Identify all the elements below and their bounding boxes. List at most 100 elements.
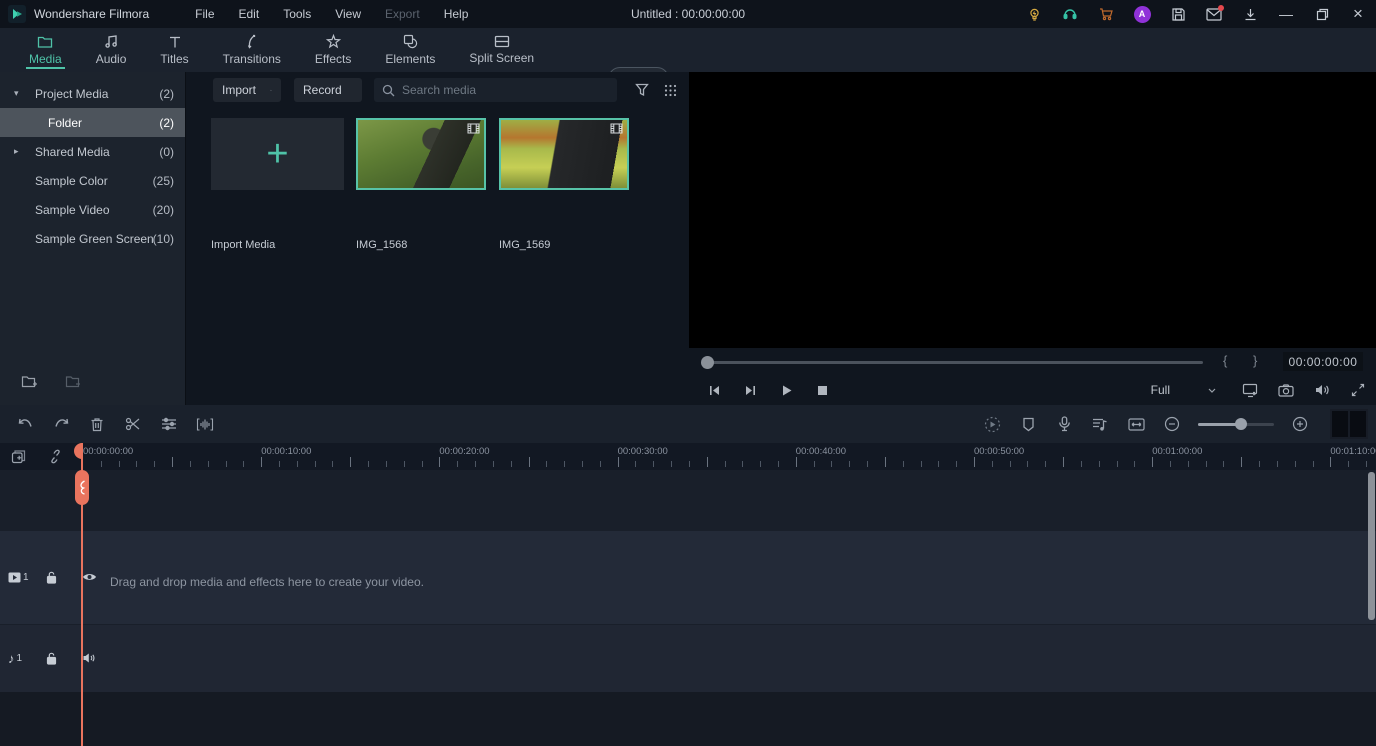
zoom-slider-knob[interactable] (1235, 418, 1247, 430)
volume-icon[interactable] (1304, 383, 1340, 397)
ruler-time-label: 00:00:10:00 (261, 446, 311, 457)
seek-handle[interactable] (701, 356, 714, 369)
media-clip-img-1569[interactable] (499, 118, 629, 190)
tile-label: IMG_1568 (356, 239, 407, 251)
snapshot-camera-icon[interactable] (1268, 384, 1304, 397)
item-count: (25) (153, 174, 174, 188)
eye-visibility-icon[interactable] (82, 572, 106, 582)
video-track-header: 1 (0, 567, 106, 587)
lock-icon[interactable] (46, 652, 70, 665)
play-button[interactable] (768, 384, 804, 397)
remove-folder-icon[interactable] (58, 375, 88, 399)
sidebar-item-shared-media[interactable]: ▸ Shared Media (0) (0, 137, 185, 166)
expand-arrow-icon[interactable]: ▾ (14, 88, 19, 99)
timeline-vertical-scrollbar[interactable] (1368, 472, 1375, 620)
search-input[interactable] (402, 83, 582, 97)
restore-button[interactable] (1304, 0, 1340, 28)
playhead-handle[interactable] (75, 470, 89, 505)
grid-view-icon[interactable] (664, 84, 677, 97)
zoom-out-button[interactable] (1154, 416, 1190, 432)
preview-panel: { } 00:00:00:00 Full (689, 72, 1376, 405)
mark-in-icon[interactable]: { (1223, 353, 1227, 368)
menu-edit[interactable]: Edit (227, 0, 272, 28)
render-preview-button[interactable] (974, 416, 1010, 433)
stop-button[interactable] (804, 385, 840, 396)
close-button[interactable]: × (1340, 0, 1376, 28)
audio-waveform-tool-button[interactable] (187, 417, 223, 432)
menu-help[interactable]: Help (432, 0, 481, 28)
tile-label: Import Media (211, 239, 275, 251)
sidebar-item-sample-video[interactable]: Sample Video (20) (0, 195, 185, 224)
download-icon[interactable] (1232, 0, 1268, 28)
ruler-time-label: 00:00:50:00 (974, 446, 1024, 457)
minimize-button[interactable]: — (1268, 0, 1304, 28)
filter-icon[interactable] (635, 83, 649, 97)
drop-hint-text: Drag and drop media and effects here to … (110, 575, 424, 589)
previous-frame-button[interactable] (696, 384, 732, 397)
tab-titles[interactable]: Titles (143, 28, 205, 72)
timeline-ruler[interactable]: 00:00:00:0000:00:10:0000:00:20:0000:00:3… (0, 443, 1376, 470)
add-folder-icon[interactable] (14, 375, 44, 399)
notification-dot (1218, 5, 1224, 11)
manage-tracks-icon[interactable] (0, 449, 37, 464)
sidebar-item-project-media[interactable]: ▾ Project Media (2) (0, 79, 185, 108)
tab-elements[interactable]: Elements (368, 28, 452, 72)
import-dropdown[interactable]: Import (213, 78, 281, 102)
zoom-to-fit-button[interactable] (1118, 418, 1154, 431)
redo-button[interactable] (43, 417, 79, 431)
mute-speaker-icon[interactable] (82, 652, 106, 664)
collapse-arrow-icon[interactable]: ▸ (14, 146, 19, 157)
split-screen-icon (494, 35, 510, 48)
audio-track-lane[interactable] (0, 625, 1376, 692)
save-icon[interactable] (1160, 0, 1196, 28)
preview-zoom-select[interactable]: Full (1151, 383, 1216, 397)
sidebar-item-folder[interactable]: Folder (2) (0, 108, 185, 137)
sidebar-item-sample-green-screen[interactable]: Sample Green Screen (10) (0, 224, 185, 253)
marker-button[interactable] (1010, 417, 1046, 432)
media-panel: Import Record + (185, 72, 689, 405)
timeline-zoom-slider[interactable] (1198, 423, 1274, 426)
tab-media[interactable]: Media (12, 28, 79, 72)
record-dropdown[interactable]: Record (294, 78, 362, 102)
playback-quality-icon[interactable] (1232, 383, 1268, 398)
support-headset-icon[interactable] (1052, 0, 1088, 28)
split-scissors-button[interactable] (115, 417, 151, 431)
tab-audio[interactable]: Audio (79, 28, 144, 72)
import-media-tile[interactable]: + (211, 118, 344, 190)
item-count: (0) (159, 145, 174, 159)
next-frame-button[interactable] (732, 384, 768, 397)
ruler-time-label: 00:01:10:00 (1330, 446, 1376, 457)
account-avatar[interactable]: A (1124, 0, 1160, 28)
tab-transitions[interactable]: Transitions (206, 28, 298, 72)
voiceover-mic-button[interactable] (1046, 416, 1082, 432)
menu-file[interactable]: File (183, 0, 226, 28)
undo-button[interactable] (7, 417, 43, 431)
media-clip-img-1568[interactable] (356, 118, 486, 190)
tab-split-screen[interactable]: Split Screen (452, 28, 551, 72)
store-cart-icon[interactable] (1088, 0, 1124, 28)
adjust-sliders-button[interactable] (151, 417, 187, 431)
auto-ripple-link-icon[interactable] (37, 449, 74, 464)
fullscreen-icon[interactable] (1340, 383, 1376, 397)
tab-effects[interactable]: Effects (298, 28, 368, 72)
sidebar-item-sample-color[interactable]: Sample Color (25) (0, 166, 185, 195)
timeline-view-toggle[interactable] (1330, 409, 1368, 439)
mark-out-icon[interactable]: } (1253, 353, 1257, 368)
messages-icon[interactable] (1196, 0, 1232, 28)
audio-mixer-button[interactable] (1082, 417, 1118, 432)
project-title: Untitled : 00:00:00:00 (631, 7, 745, 21)
menu-tools[interactable]: Tools (271, 0, 323, 28)
chevron-down-icon (270, 88, 272, 93)
delete-button[interactable] (79, 417, 115, 432)
seek-bar[interactable] (703, 361, 1203, 364)
elements-shapes-icon (403, 34, 418, 49)
video-clip-icon (610, 123, 623, 134)
lock-icon[interactable] (46, 571, 70, 584)
zoom-in-button[interactable] (1282, 416, 1318, 432)
timeline-tracks-area[interactable]: 1 Drag and drop media and effects here t… (0, 470, 1376, 746)
ruler-time-label: 00:01:00:00 (1152, 446, 1202, 457)
menu-view[interactable]: View (323, 0, 373, 28)
search-box[interactable] (374, 78, 617, 102)
ideas-lightbulb-icon[interactable] (1016, 0, 1052, 28)
video-clip-icon (467, 123, 480, 134)
